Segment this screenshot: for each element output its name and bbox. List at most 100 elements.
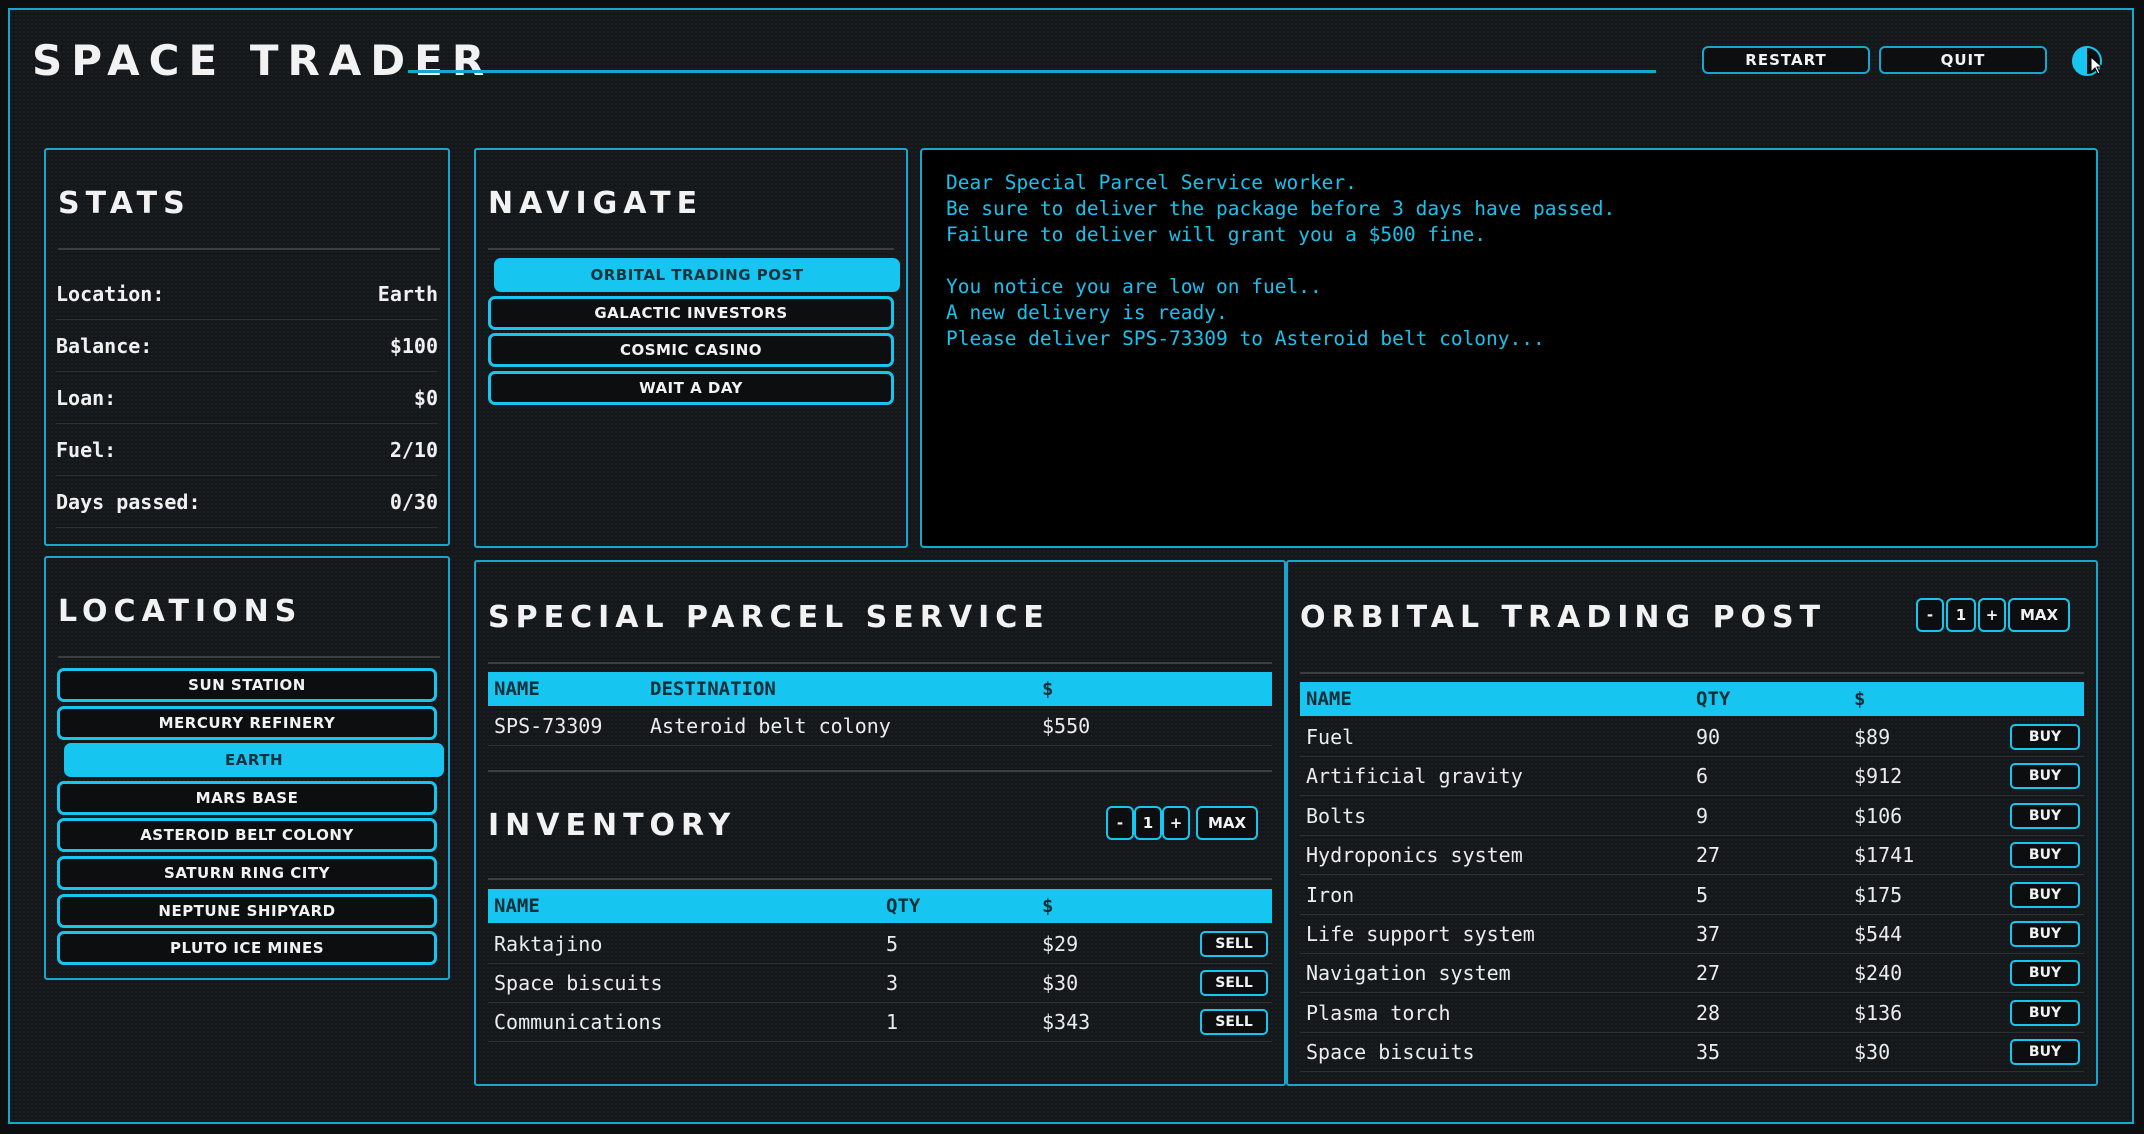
buy-button[interactable]: BUY — [2010, 724, 2080, 750]
market-item-price: $30 — [1854, 1040, 1891, 1065]
inventory-item-name: Communications — [494, 1010, 663, 1034]
inventory-item-qty: 5 — [886, 932, 899, 956]
title-divider — [408, 70, 1656, 73]
market-item-price: $1741 — [1854, 843, 1915, 868]
stat-value: 2/10 — [389, 437, 438, 462]
location-item-neptune-shipyard[interactable]: NEPTUNE SHIPYARD — [57, 893, 437, 928]
location-item-saturn-ring-city[interactable]: SATURN RING CITY — [57, 856, 437, 890]
market-col-qty: QTY — [1696, 688, 1731, 710]
market-item-name: Space biscuits — [1306, 1040, 1475, 1065]
inventory-top-divider — [488, 770, 1272, 772]
console-line: Be sure to deliver the package before 3 … — [946, 197, 1616, 220]
parcel-destination: Asteroid belt colony — [650, 714, 891, 738]
market-item-name: Life support system — [1306, 922, 1535, 946]
buy-button[interactable]: BUY — [2010, 1039, 2080, 1066]
market-item-price: $106 — [1854, 803, 1903, 828]
market-row: Hydroponics system 27 $1741 BUY — [1300, 836, 2084, 876]
buy-button[interactable]: BUY — [2010, 842, 2080, 869]
buy-button[interactable]: BUY — [2010, 960, 2080, 987]
parcel-divider — [488, 662, 1272, 664]
market-row: Bolts 9 $106 BUY — [1300, 797, 2084, 836]
nav-item-wait-a-day[interactable]: WAIT A DAY — [488, 370, 894, 405]
inventory-qty-minus-button[interactable]: - — [1106, 806, 1134, 840]
parcel-col-name: NAME — [494, 678, 540, 700]
market-item-qty: 35 — [1696, 1040, 1721, 1065]
stat-label: Balance: — [56, 333, 153, 358]
console-line: A new delivery is ready. — [946, 301, 1228, 324]
market-item-name: Iron — [1306, 882, 1355, 907]
buy-button[interactable]: BUY — [2010, 881, 2080, 908]
market-qty-plus-button[interactable]: + — [1978, 598, 2006, 632]
location-item-pluto-ice-mines[interactable]: PLUTO ICE MINES — [57, 931, 437, 966]
market-item-qty: 27 — [1696, 961, 1721, 986]
sell-button[interactable]: SELL — [1200, 931, 1268, 957]
market-row: Artificial gravity 6 $912 BUY — [1300, 757, 2084, 797]
parcel-title: SPECIAL PARCEL SERVICE — [488, 600, 1050, 635]
market-row: Iron 5 $175 BUY — [1300, 876, 2084, 915]
location-item-mercury-refinery[interactable]: MERCURY REFINERY — [57, 705, 437, 740]
locations-divider — [58, 656, 440, 658]
market-item-price: $89 — [1854, 725, 1891, 749]
market-row: Life support system 37 $544 BUY — [1300, 915, 2084, 954]
sell-button[interactable]: SELL — [1200, 1009, 1268, 1035]
inventory-item-price: $30 — [1042, 971, 1079, 995]
restart-button[interactable]: RESTART — [1702, 46, 1870, 74]
inventory-qty-value[interactable]: 1 — [1134, 806, 1162, 840]
console-line: Dear Special Parcel Service worker. — [946, 171, 1357, 194]
market-item-qty: 28 — [1696, 1000, 1721, 1025]
stat-value: 0/30 — [389, 489, 438, 514]
market-table-header: NAME QTY $ — [1300, 682, 2084, 716]
navigate-divider — [488, 248, 894, 250]
inventory-col-name: NAME — [494, 895, 540, 917]
stat-value: Earth — [377, 281, 438, 306]
inventory-table-header: NAME QTY $ — [488, 889, 1272, 923]
market-col-name: NAME — [1306, 688, 1352, 710]
sell-button[interactable]: SELL — [1200, 970, 1268, 996]
market-item-qty: 9 — [1696, 803, 1709, 828]
market-qty-minus-button[interactable]: - — [1916, 598, 1944, 632]
nav-item-orbital-trading-post[interactable]: ORBITAL TRADING POST — [494, 258, 900, 292]
quit-button[interactable]: QUIT — [1879, 46, 2047, 74]
inventory-qty-plus-button[interactable]: + — [1162, 806, 1190, 840]
inventory-item-qty: 3 — [886, 971, 899, 995]
market-qty-controls: - 1 + MAX — [1916, 598, 2076, 632]
stat-label: Loan: — [56, 385, 117, 410]
location-item-asteroid-belt-colony[interactable]: ASTEROID BELT COLONY — [57, 818, 437, 853]
stat-label: Location: — [56, 281, 165, 306]
location-item-sun-station[interactable]: SUN STATION — [57, 668, 437, 702]
stats-title: STATS — [58, 186, 191, 221]
stat-label: Days passed: — [56, 489, 201, 514]
market-row: Navigation system 27 $240 BUY — [1300, 954, 2084, 994]
stat-value: $100 — [389, 333, 438, 358]
inventory-item-name: Raktajino — [494, 932, 603, 956]
inventory-row: Space biscuits 3 $30 SELL — [488, 964, 1272, 1003]
inventory-max-button[interactable]: MAX — [1196, 806, 1258, 840]
market-max-button[interactable]: MAX — [2008, 598, 2070, 632]
market-item-price: $240 — [1854, 961, 1903, 986]
market-qty-value[interactable]: 1 — [1946, 598, 1976, 632]
stat-value: $0 — [413, 385, 438, 410]
buy-button[interactable]: BUY — [2010, 999, 2080, 1026]
buy-button[interactable]: BUY — [2010, 921, 2080, 947]
mouse-cursor-icon — [2090, 56, 2104, 75]
stats-divider — [58, 248, 440, 250]
market-row: Fuel 90 $89 BUY — [1300, 718, 2084, 757]
parcel-name: SPS-73309 — [494, 714, 603, 738]
console-line: You notice you are low on fuel.. — [946, 275, 1322, 298]
nav-item-cosmic-casino[interactable]: COSMIC CASINO — [488, 333, 894, 367]
market-row: Space biscuits 35 $30 BUY — [1300, 1033, 2084, 1073]
stat-row: Days passed: 0/30 — [56, 476, 438, 528]
market-item-price: $544 — [1854, 922, 1903, 946]
location-item-earth[interactable]: EARTH — [64, 743, 444, 778]
stat-row: Balance: $100 — [56, 320, 438, 372]
location-item-mars-base[interactable]: MARS BASE — [57, 780, 437, 815]
nav-item-galactic-investors[interactable]: GALACTIC INVESTORS — [488, 295, 894, 330]
inventory-item-price: $343 — [1042, 1010, 1091, 1034]
market-item-name: Artificial gravity — [1306, 764, 1523, 789]
buy-button[interactable]: BUY — [2010, 802, 2080, 829]
inventory-row: Communications 1 $343 SELL — [488, 1003, 1272, 1042]
inventory-col-qty: QTY — [886, 895, 921, 917]
stat-row: Fuel: 2/10 — [56, 424, 438, 476]
buy-button[interactable]: BUY — [2010, 763, 2080, 790]
